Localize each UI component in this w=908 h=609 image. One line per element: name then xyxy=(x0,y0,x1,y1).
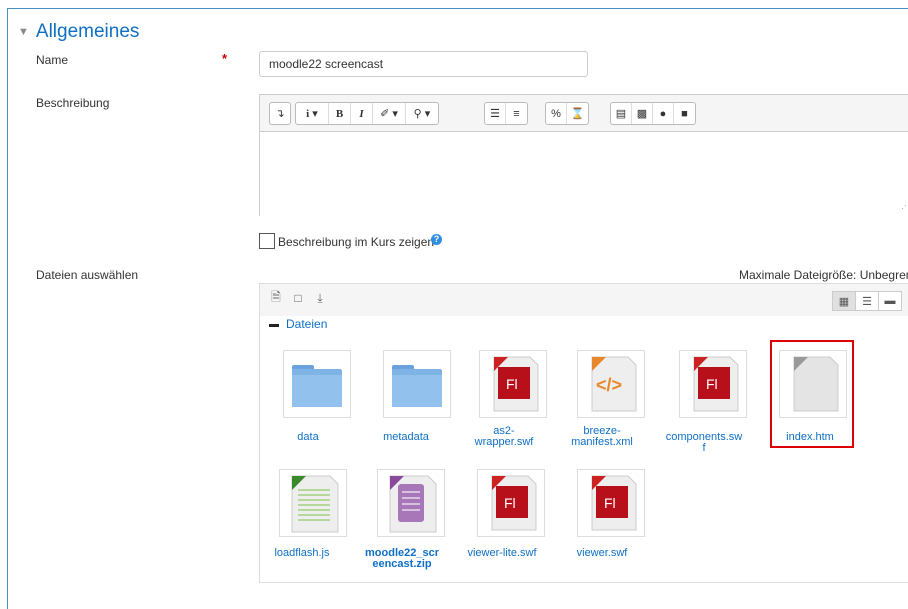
file-name-components[interactable]: components.sw f xyxy=(659,432,749,454)
file-thumb-moodle22-zip[interactable] xyxy=(377,469,445,537)
name-label: Name xyxy=(36,53,69,67)
file-thumb-as2-wrapper[interactable]: Fl xyxy=(479,350,547,418)
toolbar-group-lists: ☰ ≡ xyxy=(484,102,528,125)
section-title: Allgemeines xyxy=(35,21,140,42)
description-label: Beschreibung xyxy=(36,96,110,110)
file-thumb-loadflash[interactable] xyxy=(279,469,347,537)
download-icon[interactable]: ⤓ xyxy=(312,290,328,306)
tree-view-icon[interactable]: ▬ xyxy=(878,291,902,311)
file-thumb-viewer-lite[interactable]: Fl xyxy=(477,469,545,537)
create-folder-icon[interactable]: □ xyxy=(290,290,306,306)
flash-file-icon: Fl xyxy=(591,475,637,531)
folder-icon: ▬ xyxy=(269,318,279,330)
required-icon: * xyxy=(222,51,228,66)
text-color-icon[interactable]: ✐ ▾ xyxy=(373,103,406,124)
icon-view-icon[interactable]: ▦ xyxy=(832,291,856,311)
toolbar-group-format: i ▾ B I ✐ ▾ ⚲ ▾ xyxy=(295,102,439,125)
file-name-as2-wrapper[interactable]: as2- wrapper.swf xyxy=(459,426,549,448)
breadcrumb-root[interactable]: Dateien xyxy=(286,317,327,331)
toolbar-group-media: ▤ ▩ ● ■ xyxy=(610,102,696,125)
unlink-icon[interactable]: ⌛ xyxy=(567,103,588,124)
svg-text:</>: </> xyxy=(596,375,622,395)
view-switcher: ▦ ☰ ▬ xyxy=(832,291,902,311)
svg-text:Fl: Fl xyxy=(506,376,518,392)
show-description-label: Beschreibung im Kurs zeigen xyxy=(278,235,435,249)
italic-icon[interactable]: I xyxy=(351,103,373,124)
record-video-icon[interactable]: ■ xyxy=(674,103,695,124)
files-label: Dateien auswählen xyxy=(36,268,139,282)
js-file-icon xyxy=(291,475,339,533)
flash-file-icon: Fl xyxy=(493,356,539,412)
file-name-loadflash[interactable]: loadflash.js xyxy=(257,548,347,559)
file-name-moodle22-zip[interactable]: moodle22_scr eencast.zip xyxy=(357,548,447,570)
show-description-checkbox[interactable] xyxy=(259,233,275,249)
flash-file-icon: Fl xyxy=(491,475,537,531)
help-icon[interactable]: ? xyxy=(431,234,442,245)
bold-icon[interactable]: B xyxy=(329,103,351,124)
flash-file-icon: Fl xyxy=(693,356,739,412)
xml-file-icon: </> xyxy=(591,356,637,412)
editor-toolbar: ↴ i ▾ B I ✐ ▾ ⚲ ▾ ☰ ≡ % ⌛ ▤ ▩ ● ■ xyxy=(260,95,908,132)
special-char-icon[interactable]: ⚲ ▾ xyxy=(406,103,438,124)
file-name-metadata[interactable]: metadata xyxy=(361,432,451,443)
svg-text:Fl: Fl xyxy=(706,376,718,392)
toolbar-group-toggle: ↴ xyxy=(269,102,291,125)
toolbar-group-links: % ⌛ xyxy=(545,102,589,125)
folder-icon xyxy=(292,365,342,407)
ordered-list-icon[interactable]: ≡ xyxy=(506,103,527,124)
link-icon[interactable]: % xyxy=(546,103,567,124)
list-view-icon[interactable]: ☰ xyxy=(855,291,879,311)
svg-text:Fl: Fl xyxy=(504,495,516,511)
description-editor[interactable]: ↴ i ▾ B I ✐ ▾ ⚲ ▾ ☰ ≡ % ⌛ ▤ ▩ ● ■ ⋰ xyxy=(259,94,908,216)
zip-file-icon xyxy=(389,475,437,533)
file-thumb-components[interactable]: Fl xyxy=(679,350,747,418)
record-audio-icon[interactable]: ● xyxy=(653,103,674,124)
file-thumb-breeze-manifest[interactable]: </> xyxy=(577,350,645,418)
file-name-viewer[interactable]: viewer.swf xyxy=(557,548,647,559)
file-thumb-viewer[interactable]: Fl xyxy=(577,469,645,537)
file-thumb-metadata[interactable] xyxy=(383,350,451,418)
file-name-breeze-manifest[interactable]: breeze- manifest.xml xyxy=(557,426,647,448)
breadcrumb: ▬ Dateien xyxy=(269,317,327,331)
paragraph-style-icon[interactable]: i ▾ xyxy=(296,103,329,124)
editor-content-area[interactable] xyxy=(260,132,908,216)
image-icon[interactable]: ▤ xyxy=(611,103,632,124)
add-file-icon[interactable]: 🗎 xyxy=(268,290,284,306)
folder-icon xyxy=(392,365,442,407)
file-name-viewer-lite[interactable]: viewer-lite.swf xyxy=(457,548,547,559)
resize-handle-icon[interactable]: ⋰ xyxy=(901,200,908,211)
file-thumb-data[interactable] xyxy=(283,350,351,418)
file-manager-toolbar: 🗎 □ ⤓ ▦ ☰ ▬ xyxy=(260,284,908,316)
unordered-list-icon[interactable]: ☰ xyxy=(485,103,506,124)
file-name-data[interactable]: data xyxy=(263,432,353,443)
selection-highlight xyxy=(770,340,854,448)
section-header-general[interactable]: ▼ Allgemeines xyxy=(18,21,139,43)
show-more-icon[interactable]: ↴ xyxy=(270,103,290,124)
collapse-chevron-icon[interactable]: ▼ xyxy=(18,26,29,38)
svg-text:Fl: Fl xyxy=(604,495,616,511)
max-file-size: Maximale Dateigröße: Unbegrenzt xyxy=(739,268,908,282)
media-icon[interactable]: ▩ xyxy=(632,103,653,124)
name-input[interactable] xyxy=(259,51,588,77)
